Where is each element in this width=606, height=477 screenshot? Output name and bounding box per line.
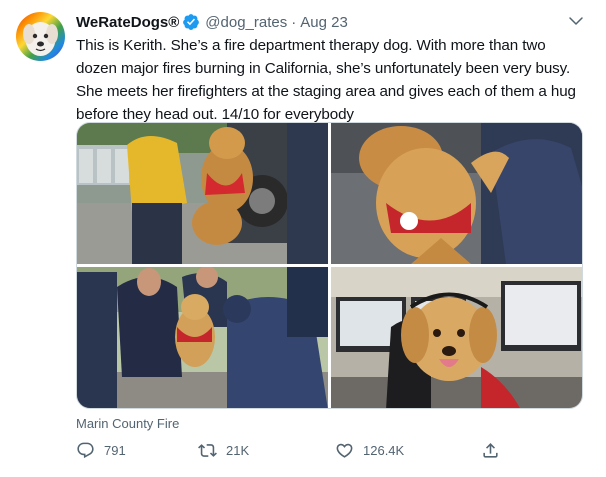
tweet-text: This is Kerith. She’s a fire department …	[76, 37, 576, 123]
photo-2[interactable]	[331, 123, 582, 264]
share-button[interactable]	[481, 441, 509, 460]
verified-badge-icon	[183, 14, 200, 30]
like-count: 126.4K	[363, 443, 405, 458]
tweet-date[interactable]: Aug 23	[300, 14, 348, 31]
chevron-down-icon[interactable]	[567, 12, 585, 30]
reply-button[interactable]: 791	[76, 441, 126, 460]
like-button[interactable]: 126.4K	[335, 441, 404, 460]
tweet-header: WeRateDogs® @dog_rates · Aug 23	[76, 12, 348, 32]
retweet-count: 21K	[226, 443, 250, 458]
photo-1[interactable]	[77, 123, 328, 264]
share-icon	[483, 443, 498, 458]
action-bar: 791 21K 126.4K	[76, 441, 506, 465]
reply-icon	[77, 442, 94, 459]
like-icon	[336, 443, 353, 458]
retweet-button[interactable]: 21K	[198, 441, 249, 460]
photo-3[interactable]	[77, 267, 328, 408]
handle[interactable]: @dog_rates	[205, 14, 287, 31]
retweet-icon	[198, 444, 217, 457]
media-source-label[interactable]: Marin County Fire	[76, 416, 179, 431]
photo-4[interactable]	[331, 267, 582, 408]
display-name[interactable]: WeRateDogs®	[76, 14, 179, 31]
media-grid	[76, 122, 583, 409]
reply-count: 791	[104, 443, 126, 458]
tweet[interactable]: WeRateDogs® @dog_rates · Aug 23 This is …	[0, 0, 606, 477]
separator: ·	[291, 13, 297, 31]
avatar[interactable]	[16, 12, 65, 61]
